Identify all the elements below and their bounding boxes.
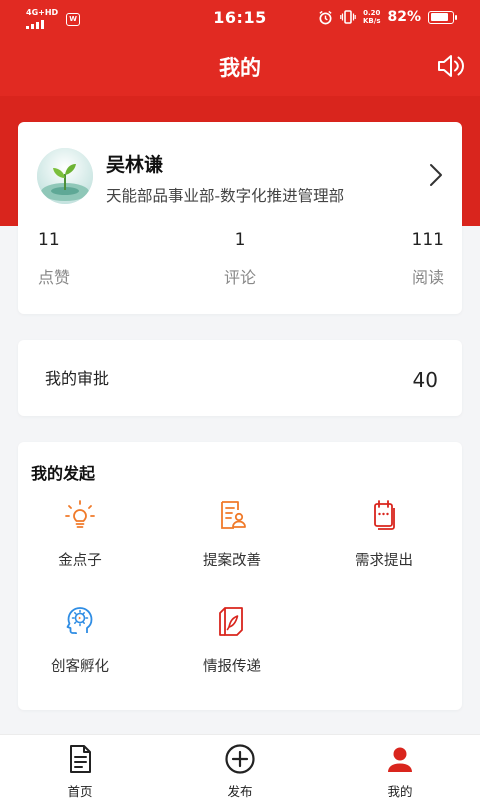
grid-label: 金点子	[58, 553, 102, 569]
profile-card[interactable]: 吴林谦 天能部品事业部-数字化推进管理部 11 点赞 1 评论 111 阅读	[18, 122, 462, 314]
speed-value: 0.20	[363, 9, 381, 17]
stat-comments[interactable]: 1 评论	[190, 230, 290, 288]
grid-label: 提案改善	[203, 553, 261, 569]
network-speed: 0.20 KB/s	[363, 9, 380, 25]
grid-item-requirement[interactable]: 需求提出	[324, 498, 444, 570]
status-bar: 4G+HD W 16:15 0.20 KB/s 82%	[0, 0, 480, 36]
tab-publish[interactable]: 发布	[200, 743, 280, 800]
stat-likes-label: 点赞	[38, 268, 71, 287]
approval-count: 40	[412, 368, 438, 392]
proposal-doc-icon	[221, 501, 246, 529]
stat-reads-value: 111	[411, 230, 444, 250]
approval-label: 我的审批	[45, 369, 110, 388]
plus-circle-icon	[225, 744, 255, 774]
user-department: 天能部品事业部-数字化推进管理部	[106, 187, 345, 205]
page-title: 我的	[219, 56, 261, 80]
stat-reads-label: 阅读	[411, 268, 444, 287]
stat-comments-label: 评论	[223, 268, 256, 287]
battery-percent: 82%	[387, 9, 421, 25]
grid-item-incubation[interactable]: 创客孵化	[20, 604, 140, 676]
notepad-icon	[374, 500, 395, 530]
tab-mine[interactable]: 我的	[360, 743, 440, 800]
chevron-right-icon[interactable]	[428, 162, 444, 188]
grid-item-proposal[interactable]: 提案改善	[172, 498, 292, 570]
stat-reads[interactable]: 111 阅读	[344, 230, 444, 288]
alarm-clock-icon	[319, 10, 332, 24]
tab-label: 我的	[387, 784, 413, 799]
stat-comments-value: 1	[234, 230, 246, 250]
tab-home[interactable]: 首页	[40, 743, 120, 800]
bottom-tab-bar: 首页 发布 我的	[0, 734, 480, 800]
vibrate-icon	[340, 10, 356, 24]
user-name: 吴林谦	[106, 154, 164, 176]
stat-likes-value: 11	[38, 230, 60, 250]
sprout-avatar-icon	[37, 148, 93, 204]
status-right: 0.20 KB/s 82%	[318, 9, 457, 25]
grid-label: 需求提出	[355, 553, 413, 569]
head-idea-icon	[66, 607, 93, 634]
feather-doc-icon	[219, 607, 243, 636]
grid-label: 情报传递	[203, 659, 261, 675]
grid-item-golden-idea[interactable]: 金点子	[20, 498, 140, 570]
document-icon	[70, 745, 91, 773]
grid-label: 创客孵化	[51, 659, 109, 675]
battery-icon	[428, 10, 457, 24]
lightbulb-icon	[65, 500, 95, 528]
avatar[interactable]	[37, 148, 93, 204]
grid-item-intel-transfer[interactable]: 情报传递	[172, 604, 292, 676]
tab-label: 发布	[227, 784, 253, 799]
tab-label: 首页	[67, 784, 93, 799]
section-title: 我的发起	[31, 464, 96, 483]
person-icon	[388, 747, 412, 772]
speed-unit: KB/s	[363, 17, 381, 25]
my-approval-card[interactable]: 我的审批 40	[18, 340, 462, 416]
stat-likes[interactable]: 11 点赞	[38, 230, 138, 288]
speaker-icon[interactable]	[436, 52, 466, 80]
my-initiated-card: 我的发起 金点子 提案改善 需求提出 创客孵化 情报传递	[18, 442, 462, 710]
